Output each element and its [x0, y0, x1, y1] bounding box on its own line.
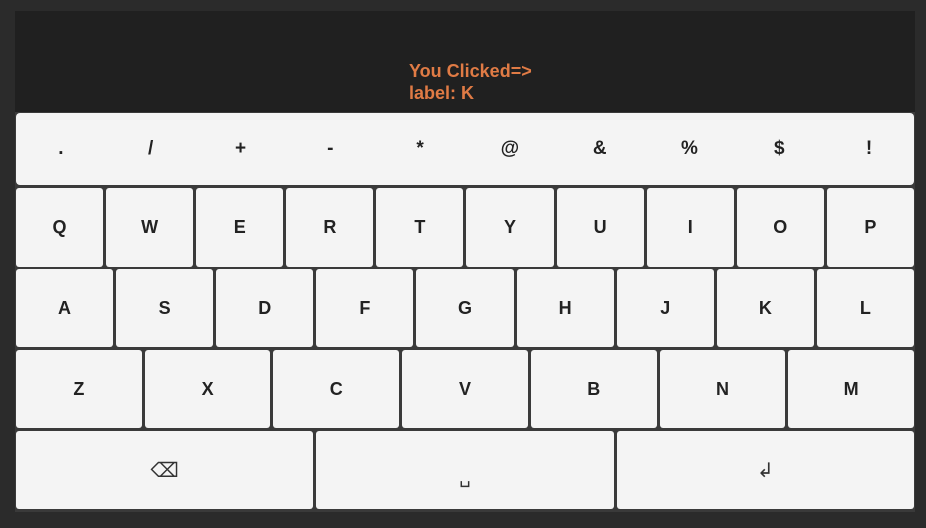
key-e[interactable]: E: [196, 188, 284, 267]
on-screen-keyboard: . / + - * @ & % $ ! Q W E R T Y U I O P …: [15, 112, 915, 512]
key-f[interactable]: F: [316, 269, 414, 347]
key-h[interactable]: H: [516, 269, 614, 347]
key-g[interactable]: G: [416, 269, 514, 347]
key-l[interactable]: L: [816, 269, 914, 347]
symbol-row: . / + - * @ & % $ !: [16, 113, 914, 185]
key-d[interactable]: D: [216, 269, 314, 347]
letter-row-z: Z X C V B N M: [15, 350, 915, 428]
backspace-key[interactable]: ⌫: [16, 431, 314, 509]
status-line-label: label: K: [409, 83, 475, 103]
space-icon: ␣: [459, 466, 471, 487]
key-w[interactable]: W: [106, 188, 194, 267]
key-n[interactable]: N: [659, 350, 786, 428]
key-dollar[interactable]: $: [734, 113, 824, 185]
letter-row-q: Q W E R T Y U I O P: [15, 188, 915, 267]
enter-key[interactable]: ↲: [616, 431, 914, 509]
key-slash[interactable]: /: [106, 113, 196, 185]
key-exclamation[interactable]: !: [824, 113, 914, 185]
key-i[interactable]: I: [646, 188, 734, 267]
key-x[interactable]: X: [144, 350, 271, 428]
key-c[interactable]: C: [273, 350, 400, 428]
key-q[interactable]: Q: [16, 188, 104, 267]
output-panel: You Clicked=> label: K: [15, 11, 915, 112]
key-k[interactable]: K: [716, 269, 814, 347]
key-a[interactable]: A: [16, 269, 114, 347]
key-o[interactable]: O: [736, 188, 824, 267]
key-asterisk[interactable]: *: [375, 113, 465, 185]
key-at[interactable]: @: [465, 113, 555, 185]
backspace-icon: ⌫: [150, 459, 179, 482]
key-plus[interactable]: +: [196, 113, 286, 185]
key-u[interactable]: U: [556, 188, 644, 267]
key-z[interactable]: Z: [16, 350, 142, 428]
key-t[interactable]: T: [376, 188, 464, 267]
key-s[interactable]: S: [116, 269, 214, 347]
key-ampersand[interactable]: &: [555, 113, 645, 185]
key-j[interactable]: J: [616, 269, 714, 347]
key-p[interactable]: P: [826, 188, 914, 267]
action-row: ⌫ ␣ ↲: [15, 431, 915, 509]
key-y[interactable]: Y: [466, 188, 554, 267]
status-line-clicked: You Clicked=>: [409, 61, 532, 81]
key-period[interactable]: .: [16, 113, 106, 185]
key-r[interactable]: R: [286, 188, 374, 267]
key-v[interactable]: V: [402, 350, 528, 428]
space-key[interactable]: ␣: [316, 431, 614, 509]
status-text: You Clicked=> label: K: [409, 60, 532, 104]
letter-row-a: A S D F G H J K L: [15, 269, 915, 347]
key-b[interactable]: B: [530, 350, 657, 428]
enter-icon: ↲: [756, 459, 774, 482]
key-minus[interactable]: -: [285, 113, 375, 185]
key-percent[interactable]: %: [645, 113, 735, 185]
key-m[interactable]: M: [788, 350, 915, 428]
